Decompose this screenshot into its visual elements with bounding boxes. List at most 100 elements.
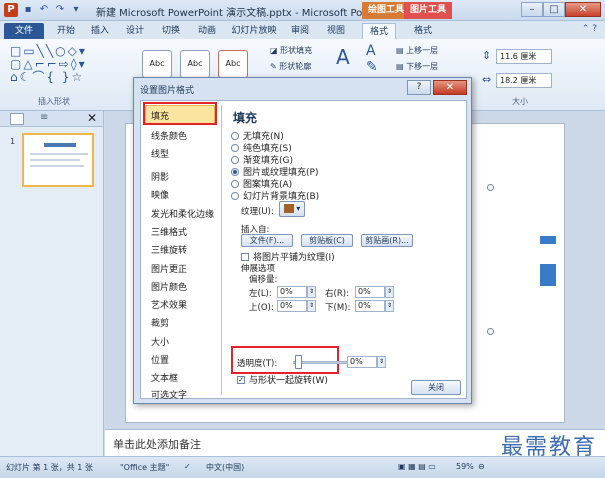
radio-icon	[231, 143, 239, 152]
right-offset-spinner[interactable]: ⇕	[385, 286, 394, 298]
transparency-field[interactable]: 0%	[347, 356, 377, 368]
tab-transitions[interactable]: 切换	[157, 23, 185, 39]
ribbon-tabs: 文件 开始 插入 设计 切换 动画 幻灯片放映 审阅 视图 格式 格式 ⌃ ?	[0, 21, 605, 39]
tab-design[interactable]: 设计	[121, 23, 149, 39]
zoom-level[interactable]: 59%	[456, 462, 474, 471]
clipart-button[interactable]: 剪贴画(R)...	[361, 234, 413, 247]
tab-view[interactable]: 视图	[322, 23, 350, 39]
transparency-label: 透明度(T):	[237, 359, 278, 369]
dialog-help-button[interactable]: ?	[407, 80, 431, 95]
zoom-out-icon[interactable]: ⊖	[478, 462, 485, 471]
undo-icon[interactable]: ↶	[38, 4, 50, 16]
save-icon[interactable]: ▪	[22, 4, 34, 16]
slide-number: 1	[10, 137, 16, 146]
texture-picker[interactable]: ▾	[279, 201, 305, 217]
option-slide-background-fill[interactable]: 幻灯片背景填充(B)	[231, 189, 319, 202]
left-offset-field[interactable]: 0%	[277, 286, 307, 298]
window-title: 新建 Microsoft PowerPoint 演示文稿.pptx - Micr…	[96, 8, 402, 19]
category-picture-corrections[interactable]: 图片更正	[151, 262, 187, 275]
tab-slideshow[interactable]: 幻灯片放映	[228, 23, 280, 39]
maximize-button[interactable]: □	[543, 2, 565, 17]
bring-forward-button[interactable]: ▤ 上移一层	[396, 45, 438, 56]
shape-style-2[interactable]: Abc	[180, 50, 210, 78]
tab-format-drawing[interactable]: 格式	[362, 23, 396, 39]
window-controls: – □ ✕	[521, 2, 601, 17]
dialog-close-icon[interactable]: ✕	[433, 80, 467, 95]
bottom-offset-field[interactable]: 0%	[355, 300, 385, 312]
format-picture-dialog: 设置图片格式 ? ✕ 填充 线条颜色 线型 阴影 映像 发光和柔化边缘 三维格式…	[133, 77, 472, 404]
bottom-offset-label: 下(M):	[325, 303, 351, 313]
minimize-button[interactable]: –	[521, 2, 543, 17]
clipboard-button[interactable]: 剪贴板(C)	[301, 234, 353, 247]
category-line-style[interactable]: 线型	[151, 147, 169, 160]
customize-qat-icon[interactable]: ▾	[70, 4, 82, 16]
category-size[interactable]: 大小	[151, 335, 169, 348]
resize-handle[interactable]	[487, 328, 494, 335]
transparency-slider-thumb[interactable]	[295, 355, 302, 369]
shape-outline-button[interactable]: ✎ 形状轮廓	[270, 61, 311, 72]
category-alt-text[interactable]: 可选文字	[151, 388, 187, 401]
height-field[interactable]: 11.6 厘米	[496, 49, 552, 64]
close-pane-icon[interactable]: ✕	[87, 111, 97, 125]
redo-icon[interactable]: ↷	[54, 4, 66, 16]
slide-image-strip	[540, 236, 556, 244]
category-line-color[interactable]: 线条颜色	[151, 129, 187, 142]
category-3d-rotation[interactable]: 三维旋转	[151, 243, 187, 256]
shapes-gallery[interactable]: □▭╲╲○◇▾ ▢△⌐⌐⇨◊▾ ⌂☾⌒{ }☆	[10, 45, 114, 84]
slide-thumbnail[interactable]	[22, 133, 94, 187]
wordart-icon[interactable]: A	[336, 45, 350, 69]
tab-file[interactable]: 文件	[4, 23, 44, 39]
category-glow-soft-edges[interactable]: 发光和柔化边缘	[151, 207, 214, 220]
width-icon: ⇔	[482, 73, 492, 86]
shape-fill-button[interactable]: ◪ 形状填充	[270, 45, 312, 56]
radio-icon	[231, 179, 239, 188]
close-window-button[interactable]: ✕	[565, 2, 601, 17]
file-button[interactable]: 文件(F)...	[241, 234, 293, 247]
shape-style-3[interactable]: Abc	[218, 50, 248, 78]
status-bar: 幻灯片 第 1 张，共 1 张 "Office 主题" ✓ 中文(中国) ▣ ▦…	[0, 456, 605, 478]
tab-animations[interactable]: 动画	[193, 23, 221, 39]
category-list: 填充 线条颜色 线型 阴影 映像 发光和柔化边缘 三维格式 三维旋转 图片更正 …	[145, 105, 221, 401]
category-reflection[interactable]: 映像	[151, 188, 169, 201]
dialog-close-button[interactable]: 关闭	[411, 380, 461, 395]
theme-name: "Office 主题"	[120, 463, 170, 472]
top-offset-spinner[interactable]: ⇕	[307, 300, 316, 312]
category-position[interactable]: 位置	[151, 353, 169, 366]
spellcheck-icon[interactable]: ✓	[184, 462, 191, 471]
category-divider	[221, 105, 222, 395]
bring-forward-label: 上移一层	[406, 46, 439, 55]
resize-handle[interactable]	[487, 184, 494, 191]
text-fill-icon[interactable]: A	[366, 43, 376, 59]
category-picture-color[interactable]: 图片颜色	[151, 280, 187, 293]
transparency-spinner[interactable]: ⇕	[377, 356, 386, 368]
tab-format-picture[interactable]: 格式	[406, 23, 440, 39]
tab-review[interactable]: 审阅	[286, 23, 314, 39]
shape-style-1[interactable]: Abc	[142, 50, 172, 78]
width-field[interactable]: 18.2 厘米	[496, 73, 552, 88]
send-backward-button[interactable]: ▤ 下移一层	[396, 61, 438, 72]
tab-insert[interactable]: 插入	[86, 23, 114, 39]
right-offset-label: 右(R):	[325, 289, 349, 299]
left-offset-spinner[interactable]: ⇕	[307, 286, 316, 298]
category-shadow[interactable]: 阴影	[151, 170, 169, 183]
view-buttons[interactable]: ▣ ▦ ▤ ▭	[398, 462, 436, 471]
tab-home[interactable]: 开始	[52, 23, 80, 39]
category-crop[interactable]: 裁剪	[151, 316, 169, 329]
category-text-box[interactable]: 文本框	[151, 371, 178, 384]
send-backward-icon: ▤	[396, 62, 407, 71]
ribbon-help-icon[interactable]: ⌃ ?	[582, 24, 597, 34]
bottom-offset-spinner[interactable]: ⇕	[385, 300, 394, 312]
slides-tab[interactable]	[10, 113, 24, 125]
powerpoint-app-icon[interactable]: P	[4, 3, 18, 17]
top-offset-field[interactable]: 0%	[277, 300, 307, 312]
bring-forward-icon: ▤	[396, 46, 407, 55]
outline-tab[interactable]: ≡	[40, 112, 48, 123]
paint-bucket-icon: ◪	[270, 46, 281, 55]
category-3d-format[interactable]: 三维格式	[151, 225, 187, 238]
category-artistic-effects[interactable]: 艺术效果	[151, 298, 187, 311]
rotate-with-shape-checkbox[interactable]: ✓ 与形状一起旋转(W)	[237, 373, 328, 386]
checkbox-icon	[241, 252, 249, 261]
radio-icon	[231, 155, 239, 164]
right-offset-field[interactable]: 0%	[355, 286, 385, 298]
text-outline-icon[interactable]: ✎	[366, 59, 378, 75]
